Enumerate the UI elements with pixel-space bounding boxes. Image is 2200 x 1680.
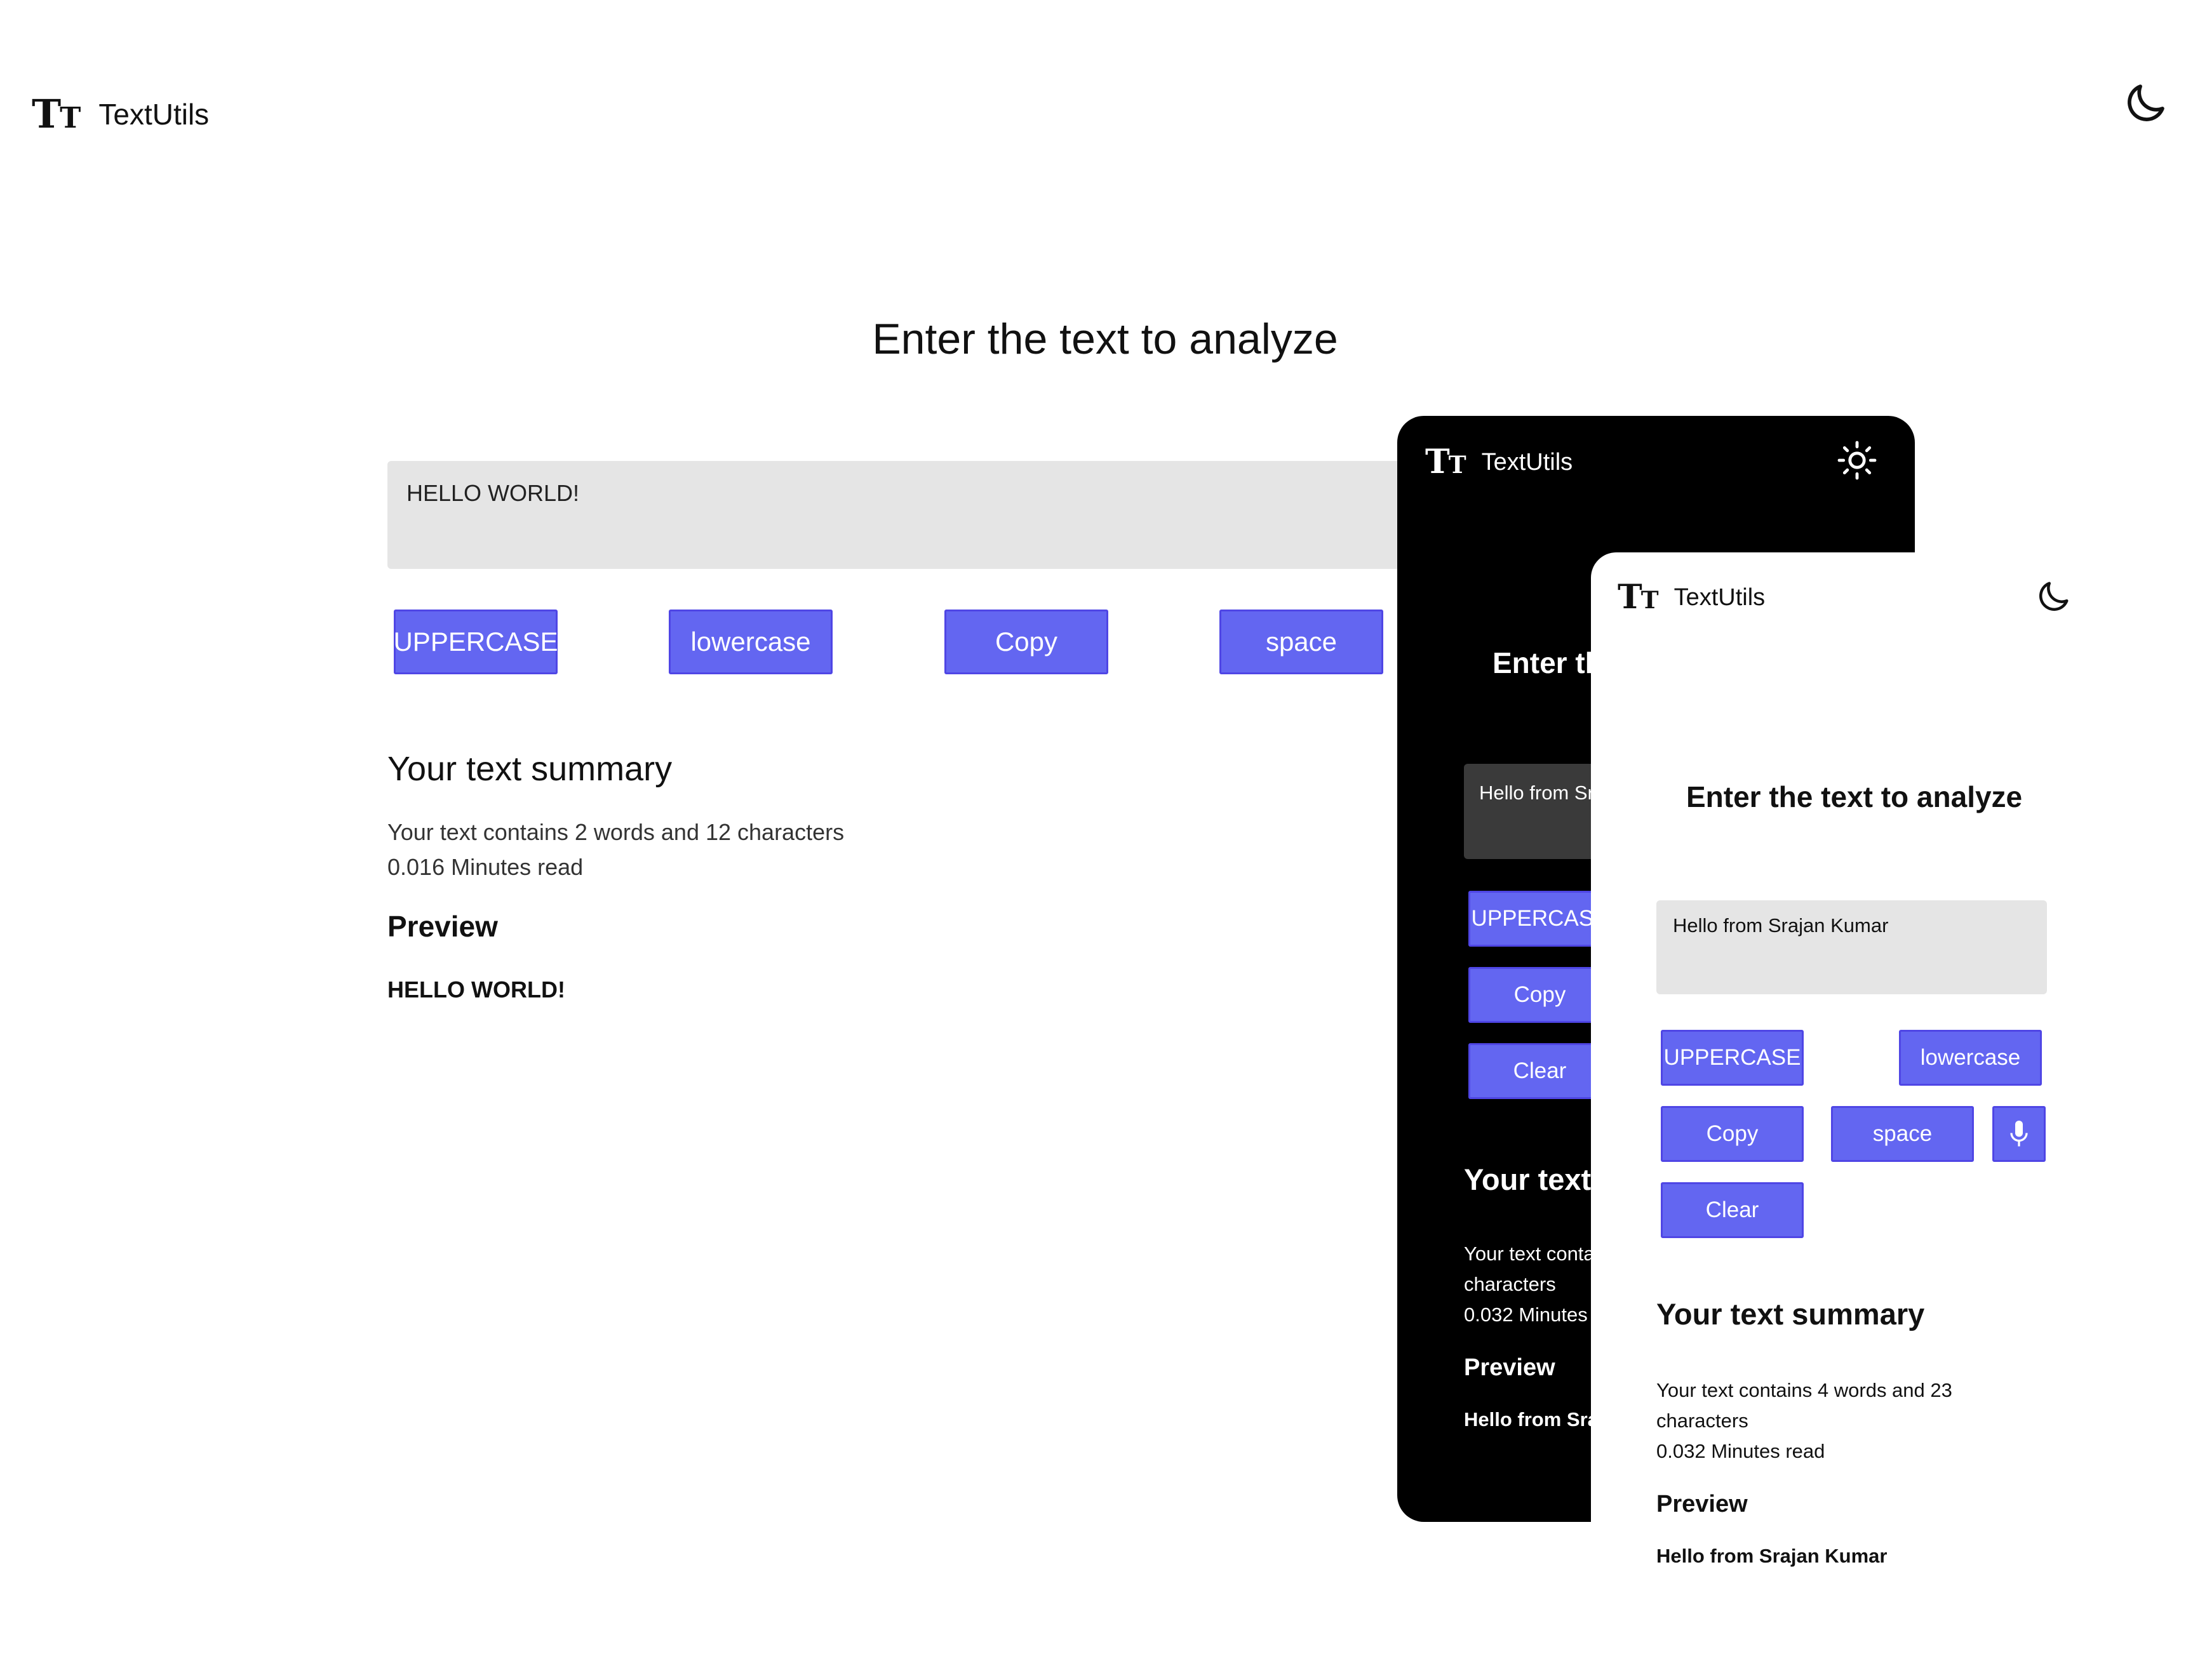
text-size-icon: TT xyxy=(1425,443,1466,481)
clear-button[interactable]: Clear xyxy=(1661,1182,1804,1238)
clear-button[interactable]: Clear xyxy=(1468,1043,1611,1099)
summary-read-time: 0.016 Minutes read xyxy=(387,854,584,880)
light-mode-screenshot: TT TextUtils Enter the text to analyze H… xyxy=(1591,552,2150,1587)
moon-icon[interactable] xyxy=(2121,79,2170,128)
text-input[interactable]: Hello from Srajan Kumar xyxy=(1656,900,2047,994)
uppercase-button[interactable]: UPPERCASE xyxy=(393,610,558,674)
text-size-icon: TT xyxy=(1618,578,1659,617)
space-button[interactable]: space xyxy=(1219,610,1383,674)
microphone-icon xyxy=(2010,1121,2028,1147)
summary-characters: characters xyxy=(1464,1273,1556,1295)
navbar-brand[interactable]: TT TextUtils xyxy=(1425,440,1573,484)
summary-read-time: 0.032 Minutes read xyxy=(1656,1440,1825,1462)
page-title: Enter the text to analyze xyxy=(872,315,1338,363)
app-name: TextUtils xyxy=(1673,583,1766,611)
app-name: TextUtils xyxy=(1481,448,1573,476)
summary-characters: characters xyxy=(1656,1410,1748,1432)
summary-heading: Your text summary xyxy=(1656,1297,1925,1331)
copy-button[interactable]: Copy xyxy=(1661,1106,1804,1162)
text-input[interactable]: HELLO WORLD! xyxy=(387,461,1416,569)
preview-text: HELLO WORLD! xyxy=(387,977,565,1003)
summary-words: Your text contains 2 words and 12 charac… xyxy=(387,819,845,845)
uppercase-button[interactable]: UPPERCASE xyxy=(1468,891,1611,947)
sun-icon[interactable] xyxy=(1837,440,1877,481)
page-title: Enter the text to analyze xyxy=(1686,780,2023,813)
navbar-brand[interactable]: TT TextUtils xyxy=(32,92,209,137)
text-size-icon: TT xyxy=(32,91,81,137)
preview-heading: Preview xyxy=(1656,1491,1748,1517)
summary-words: Your text contains 4 words and 23 xyxy=(1656,1379,1952,1401)
lowercase-button[interactable]: lowercase xyxy=(669,610,833,674)
space-button[interactable]: space xyxy=(1831,1106,1974,1162)
summary-heading: Your text summary xyxy=(387,750,673,788)
lowercase-button[interactable]: lowercase xyxy=(1899,1030,2042,1086)
app-name: TextUtils xyxy=(98,98,210,131)
copy-button[interactable]: Copy xyxy=(1468,967,1611,1023)
preview-heading: Preview xyxy=(387,910,498,943)
preview-heading: Preview xyxy=(1464,1354,1555,1381)
navbar-brand[interactable]: TT TextUtils xyxy=(1618,575,1765,620)
moon-icon[interactable] xyxy=(2034,578,2072,616)
uppercase-button[interactable]: UPPERCASE xyxy=(1661,1030,1804,1086)
microphone-button[interactable] xyxy=(1992,1106,2046,1162)
preview-text: Hello from Srajan Kumar xyxy=(1656,1545,1888,1567)
copy-button[interactable]: Copy xyxy=(944,610,1108,674)
